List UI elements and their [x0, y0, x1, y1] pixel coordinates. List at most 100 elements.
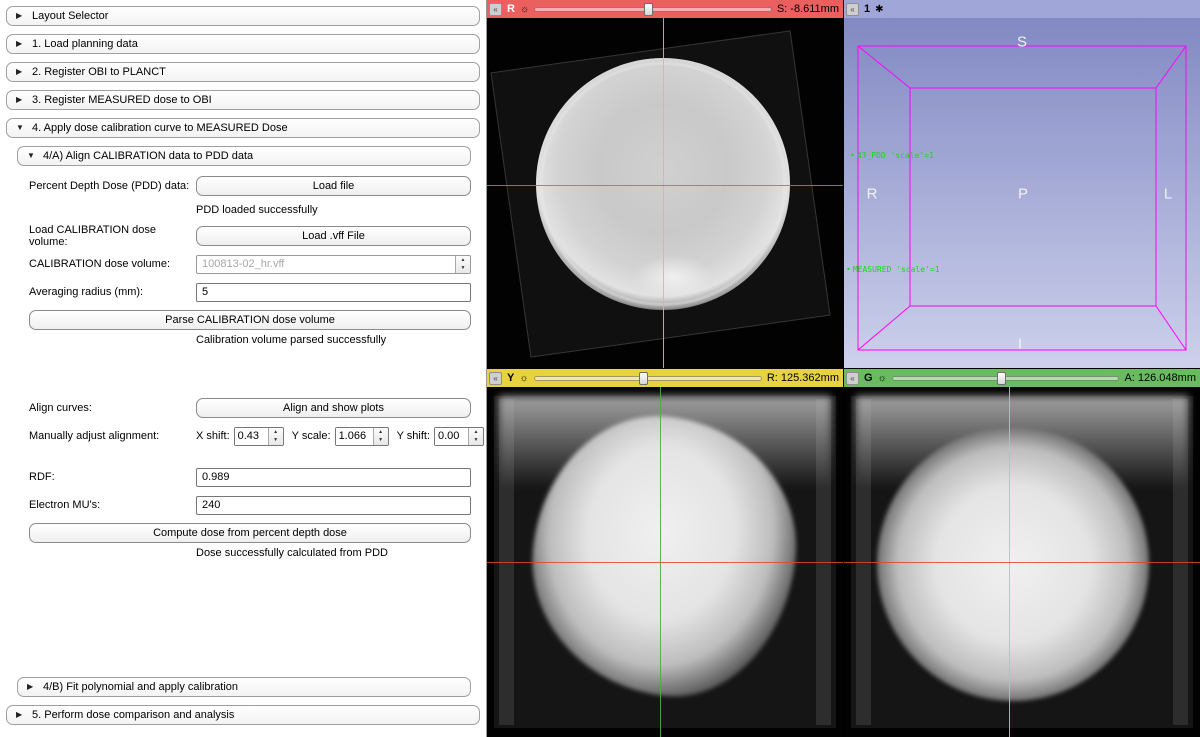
section-label: 4. Apply dose calibration curve to MEASU… — [32, 122, 288, 134]
view-label: Y — [507, 372, 514, 384]
yellow-slice-view: « Y ☼ R: 125.362mm — [487, 369, 843, 737]
section-label: 5. Perform dose comparison and analysis — [32, 709, 234, 721]
orientation-marker-posterior: P — [1018, 186, 1028, 203]
orientation-marker-right: R — [867, 186, 878, 203]
pdd-status-text: PDD loaded successfully — [196, 204, 471, 218]
threeD-scene[interactable]: S R P L I 43_PDD 'scale'=1 MEASURED 'sca… — [844, 18, 1200, 368]
pin-icon[interactable]: « — [489, 3, 502, 16]
stepper-up-icon[interactable]: ▲ — [456, 256, 470, 265]
collapsed-triangle-icon: ▶ — [16, 96, 25, 104]
electron-mu-input[interactable] — [196, 496, 471, 515]
rdf-input[interactable] — [196, 468, 471, 487]
section-dose-comparison[interactable]: ▶ 5. Perform dose comparison and analysi… — [6, 705, 480, 725]
expanded-triangle-icon: ▼ — [27, 152, 36, 160]
stepper-down-icon[interactable]: ▼ — [374, 436, 388, 445]
slider-handle[interactable] — [997, 372, 1006, 385]
yellow-slice-controller: « Y ☼ R: 125.362mm — [487, 369, 843, 387]
view-label: G — [864, 372, 873, 384]
slider-handle[interactable] — [639, 372, 648, 385]
stepper-up-icon[interactable]: ▲ — [374, 428, 388, 437]
y-shift-stepper[interactable]: ▲ ▼ — [434, 427, 484, 446]
align-curves-label: Align curves: — [29, 402, 196, 414]
section-label: 3. Register MEASURED dose to OBI — [32, 94, 212, 106]
subsection-label: 4/A) Align CALIBRATION data to PDD data — [43, 150, 253, 162]
pdd-data-label: Percent Depth Dose (PDD) data: — [29, 180, 196, 192]
pin-icon[interactable]: « — [489, 372, 502, 385]
view-label: R — [507, 3, 515, 15]
stepper-down-icon[interactable]: ▼ — [269, 436, 283, 445]
slice-offset-slider[interactable] — [892, 376, 1120, 381]
pin-icon[interactable]: « — [846, 372, 859, 385]
section-apply-dose-calibration[interactable]: ▼ 4. Apply dose calibration curve to MEA… — [6, 118, 480, 138]
section-register-obi-planct[interactable]: ▶ 2. Register OBI to PLANCT — [6, 62, 480, 82]
dose-blob — [877, 427, 1149, 701]
stepper-up-icon[interactable]: ▲ — [269, 428, 283, 437]
module-panel: ▶ Layout Selector ▶ 1. Load planning dat… — [0, 0, 487, 737]
stepper-down-icon[interactable]: ▼ — [456, 264, 470, 273]
threeD-view-controller: « 1 ✱ — [844, 0, 1200, 18]
load-vff-file-button[interactable]: Load .vff File — [196, 226, 471, 246]
collapsed-triangle-icon: ▶ — [16, 12, 25, 20]
expanded-triangle-icon: ▼ — [16, 124, 25, 132]
averaging-radius-label: Averaging radius (mm): — [29, 286, 196, 298]
stepper-up-icon[interactable]: ▲ — [469, 428, 483, 437]
fiducial-annotation: 43_PDD 'scale'=1 — [850, 151, 934, 160]
view-label: 1 — [864, 3, 870, 15]
collapsed-triangle-icon: ▶ — [16, 711, 25, 719]
visibility-icon[interactable]: ☼ — [520, 4, 529, 15]
slice-offset-value: A: 126.048mm — [1124, 372, 1196, 384]
section-label: 2. Register OBI to PLANCT — [32, 66, 166, 78]
y-shift-input[interactable] — [435, 428, 468, 445]
section-layout-selector[interactable]: ▶ Layout Selector — [6, 6, 480, 26]
red-slice-view: « R ☼ S: -8.611mm — [487, 0, 843, 368]
averaging-radius-input[interactable] — [196, 283, 471, 302]
green-slice-image[interactable] — [844, 387, 1200, 737]
collapsed-triangle-icon: ▶ — [16, 68, 25, 76]
align-show-plots-button[interactable]: Align and show plots — [196, 398, 471, 418]
electron-mu-label: Electron MU's: — [29, 499, 196, 511]
y-scale-input[interactable] — [336, 428, 373, 445]
orientation-marker-left: L — [1164, 186, 1172, 203]
crosshair-horizontal-green — [487, 185, 843, 186]
section-label: Layout Selector — [32, 10, 108, 22]
x-shift-input[interactable] — [235, 428, 268, 445]
stepper-arrows: ▲ ▼ — [455, 256, 470, 273]
compute-dose-button[interactable]: Compute dose from percent depth dose — [29, 523, 471, 543]
pin-icon[interactable]: « — [846, 3, 859, 16]
subsection-align-calibration-pdd[interactable]: ▼ 4/A) Align CALIBRATION data to PDD dat… — [17, 146, 471, 166]
gear-icon[interactable]: ✱ — [875, 4, 883, 15]
calibration-volume-value: 100813-02_hr.vff — [202, 258, 455, 270]
slice-offset-value: S: -8.611mm — [777, 3, 839, 15]
slice-offset-slider[interactable] — [534, 376, 762, 381]
collapsed-triangle-icon: ▶ — [16, 40, 25, 48]
y-scale-stepper[interactable]: ▲ ▼ — [335, 427, 389, 446]
visibility-icon[interactable]: ☼ — [519, 373, 528, 384]
section-register-measured-obi[interactable]: ▶ 3. Register MEASURED dose to OBI — [6, 90, 480, 110]
x-shift-stepper[interactable]: ▲ ▼ — [234, 427, 284, 446]
green-slice-controller: « G ☼ A: 126.048mm — [844, 369, 1200, 387]
red-slice-image[interactable] — [487, 18, 843, 368]
calibration-volume-combobox[interactable]: 100813-02_hr.vff ▲ ▼ — [196, 255, 471, 274]
subsection-fit-polynomial[interactable]: ▶ 4/B) Fit polynomial and apply calibrat… — [17, 677, 471, 697]
slider-handle[interactable] — [644, 3, 653, 16]
stepper-arrows: ▲ ▼ — [268, 428, 283, 445]
slice-offset-value: R: 125.362mm — [767, 372, 839, 384]
load-pdd-file-button[interactable]: Load file — [196, 176, 471, 196]
visibility-icon[interactable]: ☼ — [878, 373, 887, 384]
stepper-arrows: ▲ ▼ — [373, 428, 388, 445]
red-slice-controller: « R ☼ S: -8.611mm — [487, 0, 843, 18]
view-layout: « R ☼ S: -8.611mm « 1 ✱ — [487, 0, 1200, 737]
collapsed-triangle-icon: ▶ — [27, 683, 36, 691]
stepper-down-icon[interactable]: ▼ — [469, 436, 483, 445]
y-scale-label: Y scale: — [292, 430, 331, 442]
load-calibration-label: Load CALIBRATION dose volume: — [29, 224, 196, 248]
orientation-marker-superior: S — [1017, 34, 1027, 51]
manual-alignment-label: Manually adjust alignment: — [29, 430, 196, 442]
yellow-slice-image[interactable] — [487, 387, 843, 737]
slice-offset-slider[interactable] — [534, 7, 772, 12]
section-load-planning-data[interactable]: ▶ 1. Load planning data — [6, 34, 480, 54]
stepper-arrows: ▲ ▼ — [468, 428, 483, 445]
subsection-label: 4/B) Fit polynomial and apply calibratio… — [43, 681, 238, 693]
parse-calibration-button[interactable]: Parse CALIBRATION dose volume — [29, 310, 471, 330]
threeD-view: « 1 ✱ S R P L I 43_PDD 'scale'=1 MEASU — [844, 0, 1200, 368]
